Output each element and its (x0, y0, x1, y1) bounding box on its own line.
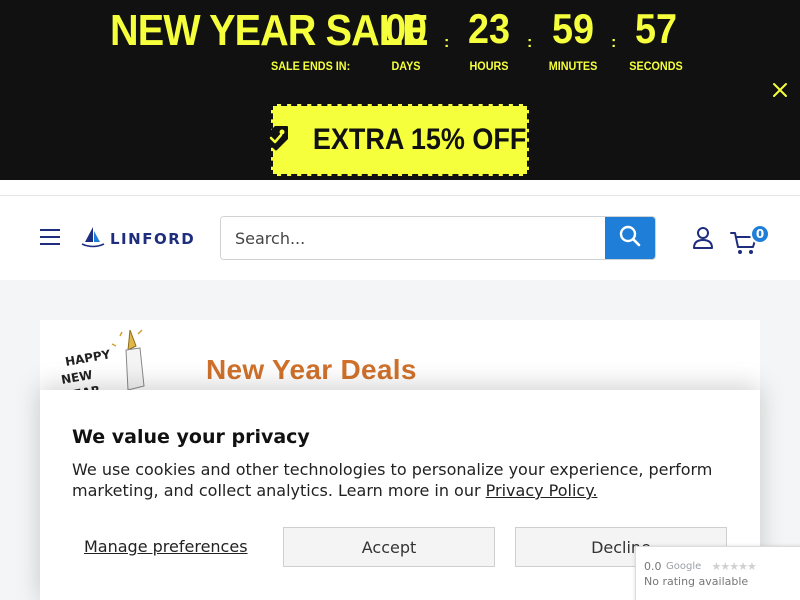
countdown-hours: 23 HOURS (449, 4, 529, 76)
countdown-seconds: 57 SECONDS (616, 4, 696, 76)
cookie-description: We use cookies and other technologies to… (72, 459, 732, 501)
logo-text: LINFORD (110, 230, 196, 248)
svg-text:HAPPY: HAPPY (64, 347, 112, 369)
offer-text: EXTRA 15% OFF (313, 123, 527, 156)
search-icon (618, 224, 642, 252)
cart-count-badge: 0 (750, 224, 770, 244)
hamburger-icon[interactable] (40, 229, 60, 245)
logo[interactable]: LINFORD (80, 224, 195, 254)
google-logo-icon: Google (666, 559, 708, 574)
cookie-title: We value your privacy (72, 426, 310, 448)
user-icon[interactable] (692, 226, 714, 250)
svg-text:Google: Google (666, 561, 701, 571)
search-button[interactable] (605, 217, 655, 259)
tag-icon (261, 123, 291, 157)
promo-bar: NEW YEAR SALE SALE ENDS IN: 00 DAYS : 23… (0, 0, 800, 180)
countdown-minutes-label: MINUTES (548, 59, 598, 73)
google-rating-stars: ★★★★★ (711, 560, 757, 573)
cart-button[interactable]: 0 (730, 224, 770, 254)
search-bar (220, 216, 656, 260)
countdown-minutes: 59 MINUTES (533, 4, 613, 76)
accept-button[interactable]: Accept (283, 527, 495, 567)
countdown-days-value: 00 (384, 5, 428, 52)
countdown-hours-label: HOURS (469, 59, 509, 73)
countdown-seconds-value: 57 (634, 5, 678, 52)
countdown-seconds-label: SECONDS (629, 59, 683, 73)
header-top-strip (0, 180, 800, 196)
close-icon[interactable] (770, 80, 790, 100)
countdown-hours-value: 23 (467, 5, 511, 52)
privacy-policy-link[interactable]: Privacy Policy. (486, 481, 598, 500)
search-input[interactable] (221, 217, 607, 259)
countdown-days-label: DAYS (391, 59, 421, 73)
google-rating-score: 0.0 (644, 560, 662, 573)
cookie-description-text: We use cookies and other technologies to… (72, 460, 713, 500)
countdown-minutes-value: 59 (551, 5, 595, 52)
offer-button[interactable]: EXTRA 15% OFF (263, 104, 529, 176)
sailboat-icon (80, 224, 106, 254)
countdown-days: 00 DAYS (366, 4, 446, 76)
countdown-separator: : (527, 34, 533, 51)
site-header: LINFORD 0 (0, 196, 800, 280)
banner-title: New Year Deals (206, 354, 417, 385)
google-rating-row: 0.0 Google ★★★★★ (644, 559, 757, 574)
google-rating-widget[interactable]: 0.0 Google ★★★★★ No rating available (635, 546, 800, 600)
sale-ends-label: SALE ENDS IN: (271, 59, 351, 73)
google-rating-subtitle: No rating available (644, 575, 749, 588)
manage-preferences-button[interactable]: Manage preferences (84, 537, 248, 556)
